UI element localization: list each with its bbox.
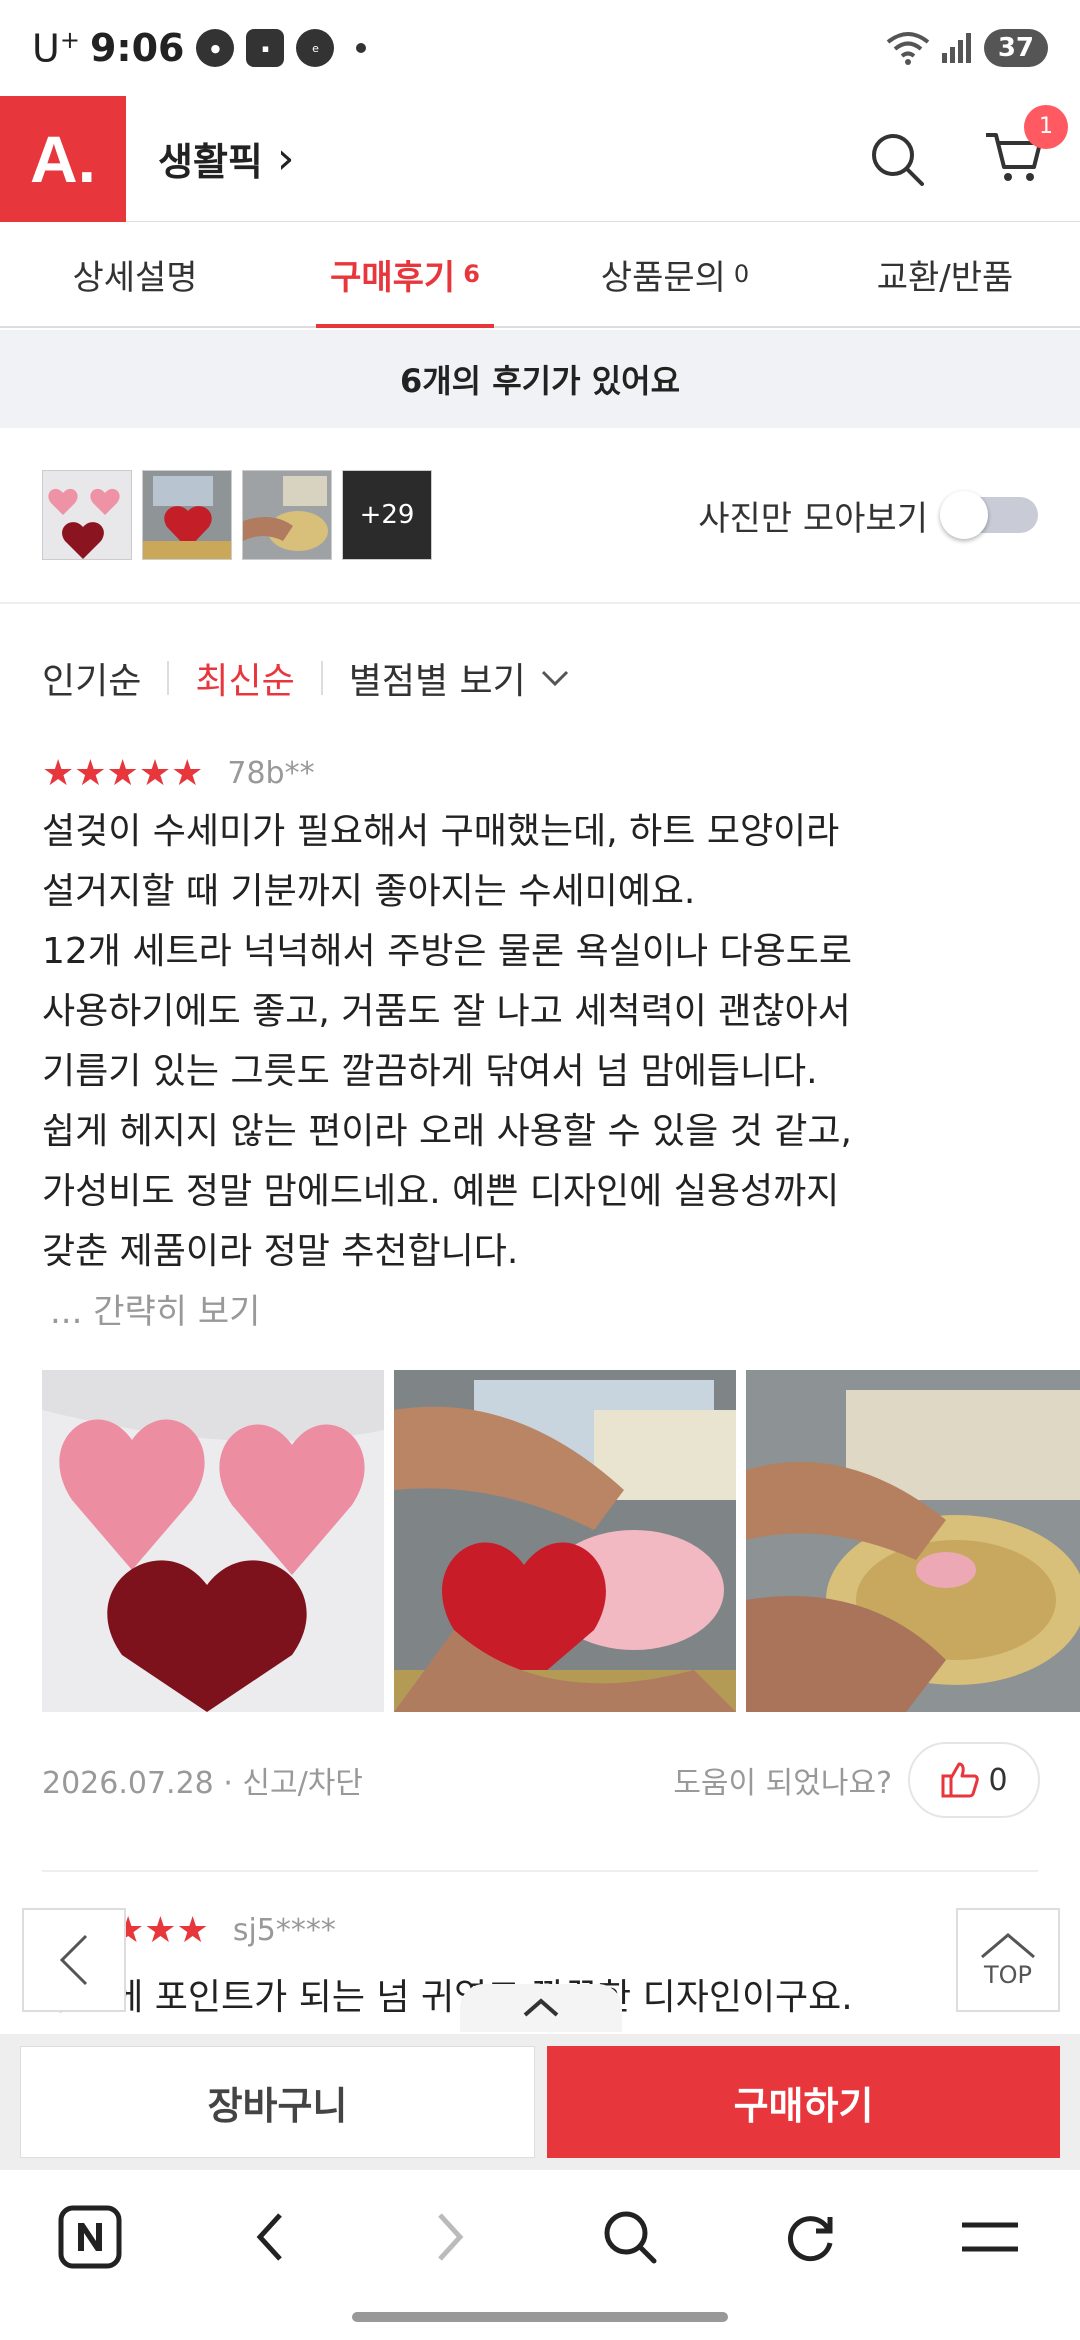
category-title[interactable]: 생활픽 › [158,131,295,186]
review-photo[interactable] [394,1370,736,1712]
tab-exchange-return[interactable]: 교환/반품 [810,222,1080,326]
add-to-cart-button[interactable]: 장바구니 [20,2046,535,2158]
photo-only-toggle[interactable] [940,491,1038,539]
hamburger-menu-icon [962,2222,1018,2252]
buy-now-button[interactable]: 구매하기 [547,2046,1060,2158]
review-photo-thumb[interactable] [42,470,132,560]
app-header: A. 생활픽 › 1 [0,95,1080,222]
star-filter-dropdown[interactable]: 별점별 보기 [349,652,570,704]
helpful-label: 도움이 되었나요? [673,1766,892,1801]
search-icon[interactable] [868,130,926,188]
app-notification-icon: ▪ [246,29,285,67]
review-author: 78b** [227,755,315,791]
star-rating: ★★★ [112,1910,209,1951]
product-tabs: 상세설명 구매후기 6 상품문의 0 교환/반품 [0,222,1080,328]
chevron-right-icon: › [276,133,295,184]
browser-back-button[interactable] [230,2197,310,2277]
like-count: 0 [988,1762,1008,1798]
top-label: TOP [983,1961,1033,1989]
status-bar: U+ 9:06 ● ▪ e 37 [0,0,1080,96]
browser-notification-icon: e [296,29,335,67]
naver-home-button[interactable] [50,2197,130,2277]
status-time: 9:06 [89,26,185,70]
sort-popular[interactable]: 인기순 [42,652,141,704]
review-photo-strip: +29 사진만 모아보기 [0,428,1080,604]
chevron-down-icon [541,670,568,687]
carrier-label: U+ [32,25,80,71]
report-block-link[interactable]: 신고/차단 [242,1766,363,1801]
browser-refresh-button[interactable] [770,2197,850,2277]
chevron-left-icon [59,1934,88,1986]
talk-icon: ● [196,29,235,67]
review-photo-thumb[interactable] [242,470,332,560]
review-photo[interactable] [42,1370,384,1712]
chevron-up-icon [981,1933,1035,1959]
scroll-top-button[interactable]: TOP [956,1908,1060,2012]
browser-search-button[interactable] [590,2197,670,2277]
signal-icon [941,33,971,63]
tab-inquiry[interactable]: 상품문의 0 [540,222,810,326]
review-item: ★★★★★ 78b** 설겆이 수세미가 필요해서 구매했는데, 하트 모양이라… [42,750,1080,1818]
wifi-icon [886,32,930,65]
review-photo[interactable] [746,1370,1080,1712]
star-rating: ★★★★★ [42,752,204,794]
chevron-up-icon [523,1998,559,2017]
purchase-bar: 장바구니 구매하기 [0,2034,1080,2170]
more-photos-button[interactable]: +29 [342,470,432,560]
review-photo-thumb[interactable] [142,470,232,560]
tab-detail[interactable]: 상세설명 [0,222,270,326]
back-floating-button[interactable] [22,1908,126,2012]
photo-only-label: 사진만 모아보기 [698,498,928,539]
gesture-home-bar[interactable] [352,2312,728,2322]
battery-indicator: 37 [983,29,1048,67]
forward-arrow-icon [438,2213,464,2261]
review-text: 주방에 포인트가 되는 넘 귀엽고 깔끔한 디자인이구요. [44,1977,853,2018]
browser-forward-button[interactable] [410,2197,490,2277]
cart-count-badge: 1 [1024,104,1068,149]
review-divider [42,1870,1038,1872]
review-item-head: ★★★ sj5**** [112,1910,336,1951]
sort-bar: 인기순 최신순 별점별 보기 [42,650,570,706]
review-count-banner: 6개의 후기가 있어요 [0,330,1080,428]
sort-newest[interactable]: 최신순 [195,652,294,704]
cart-button[interactable]: 1 [984,104,1068,189]
brand-logo[interactable]: A. [0,95,126,222]
review-date: 2026.07.28 · 신고/차단 [42,1766,363,1801]
thumbs-up-icon [941,1762,980,1798]
refresh-icon [788,2216,833,2262]
browser-menu-button[interactable] [950,2197,1030,2277]
naver-n-icon [58,2205,122,2269]
toggle-knob [940,491,988,539]
more-notifications-icon [356,43,367,53]
review-text: 설겆이 수세미가 필요해서 구매했는데, 하트 모양이라 설거지할 때 기분까지… [42,811,852,1272]
tab-reviews[interactable]: 구매후기 6 [270,222,540,328]
divider [320,661,323,695]
search-icon [604,2211,657,2264]
like-button[interactable]: 0 [908,1742,1040,1818]
collapse-review-link[interactable]: ... 간략히 보기 [50,1284,1042,1333]
review-photos [42,1370,1080,1712]
back-arrow-icon [256,2213,282,2261]
divider [167,661,170,695]
expand-panel-handle[interactable] [460,1984,622,2032]
review-author: sj5**** [232,1913,336,1948]
